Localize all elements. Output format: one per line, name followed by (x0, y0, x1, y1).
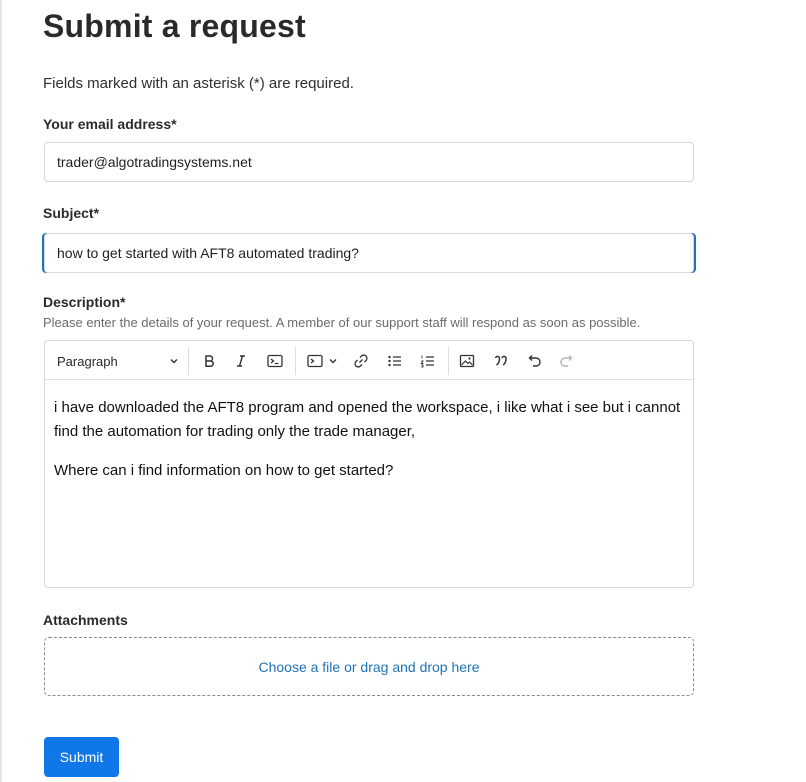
email-field[interactable]: trader@algotradingsystems.net (44, 142, 694, 182)
code-icon[interactable] (263, 349, 287, 373)
attachments-label: Attachments (43, 612, 128, 628)
redo-icon[interactable] (555, 349, 579, 373)
description-hint: Please enter the details of your request… (43, 315, 641, 330)
description-editor: Paragraph i have downloaded the AFT8 pro… (44, 340, 694, 588)
email-label: Your email address* (43, 116, 177, 132)
dropzone-link[interactable]: Choose a file or drag and drop here (258, 659, 479, 675)
undo-icon[interactable] (522, 349, 546, 373)
request-form-page: Submit a request Fields marked with an a… (0, 0, 806, 782)
description-content[interactable]: i have downloaded the AFT8 program and o… (45, 380, 693, 483)
code-block-icon[interactable] (303, 349, 327, 373)
block-format-label: Paragraph (57, 353, 118, 369)
chevron-down-icon (169, 356, 179, 366)
quote-icon[interactable] (489, 349, 513, 373)
editor-toolbar: Paragraph (45, 341, 693, 380)
required-fields-note: Fields marked with an asterisk (*) are r… (43, 75, 354, 92)
block-format-select[interactable]: Paragraph (57, 349, 179, 373)
bullet-list-icon[interactable] (383, 349, 407, 373)
description-paragraph: Where can i find information on how to g… (54, 462, 394, 479)
submit-button[interactable]: Submit (44, 737, 119, 777)
link-icon[interactable] (349, 349, 373, 373)
page-title: Submit a request (43, 8, 306, 44)
italic-icon[interactable] (229, 349, 253, 373)
attachments-dropzone[interactable]: Choose a file or drag and drop here (44, 637, 694, 696)
code-block-chevron-down-icon[interactable] (327, 349, 339, 373)
subject-field[interactable]: how to get started with AFT8 automated t… (44, 233, 694, 273)
description-label: Description* (43, 294, 126, 310)
image-icon[interactable] (455, 349, 479, 373)
bold-icon[interactable] (197, 349, 221, 373)
subject-label: Subject* (43, 205, 100, 221)
description-paragraph: i have downloaded the AFT8 program and o… (54, 399, 681, 440)
numbered-list-icon[interactable] (416, 349, 440, 373)
